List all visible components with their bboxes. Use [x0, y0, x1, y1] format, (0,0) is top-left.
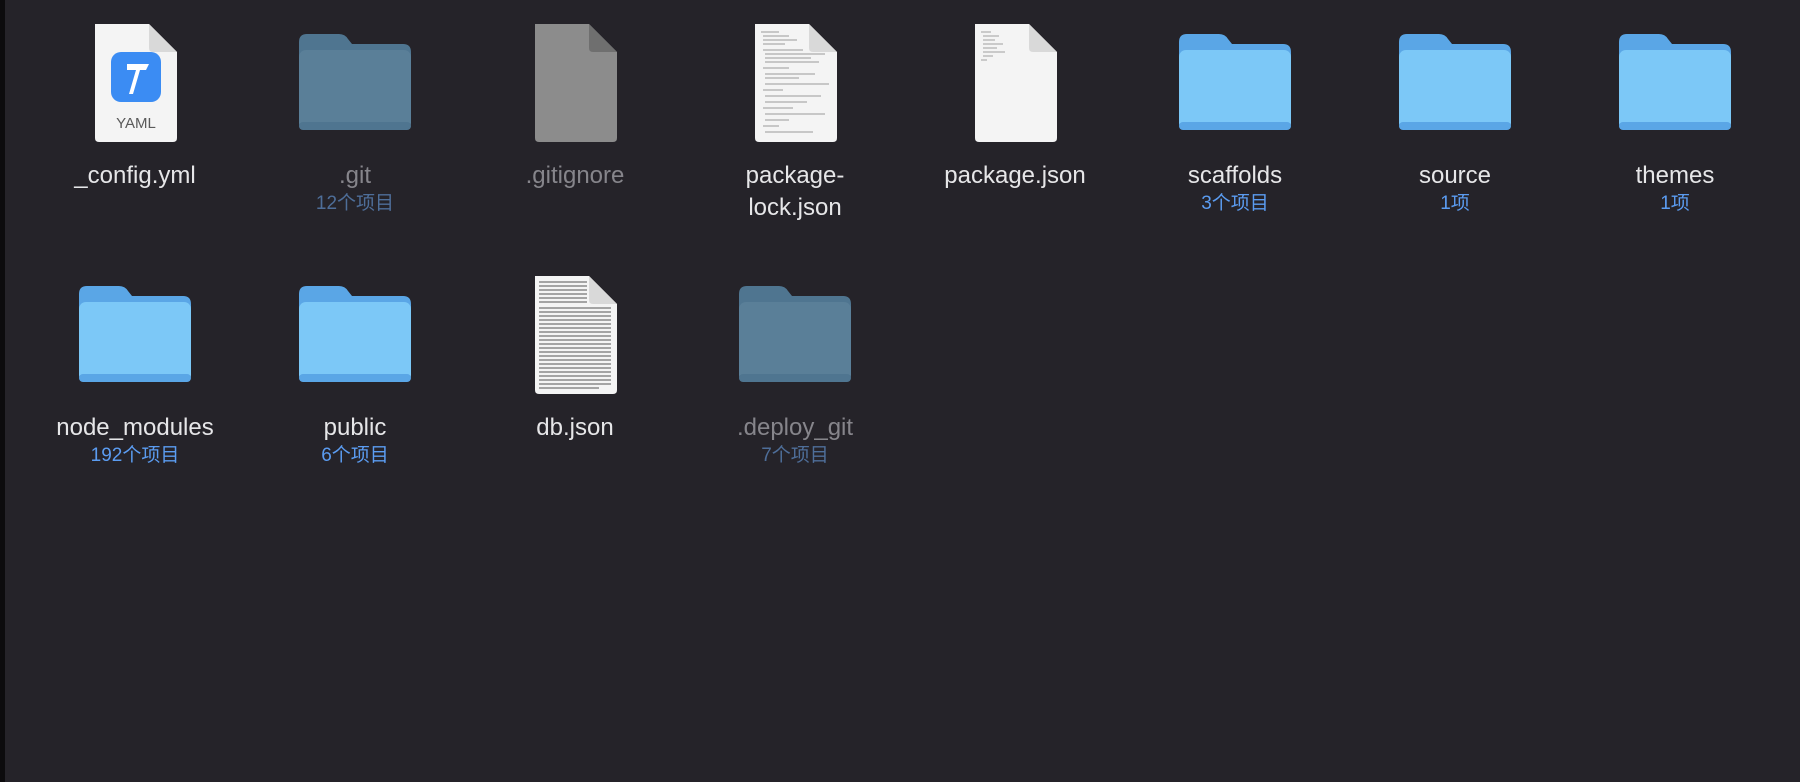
file-gitignore[interactable]: .gitignore	[475, 14, 675, 192]
item-name: _config.yml	[74, 162, 196, 189]
folder-source[interactable]: source 1项	[1355, 14, 1555, 216]
folder-icon	[1135, 14, 1335, 150]
text-document-icon	[475, 266, 675, 402]
folder-themes[interactable]: themes 1项	[1575, 14, 1775, 216]
item-name: db.json	[536, 414, 614, 441]
folder-scaffolds[interactable]: scaffolds 3个项目	[1135, 14, 1335, 216]
item-name: public	[323, 414, 387, 441]
folder-icon	[255, 14, 455, 150]
folder-icon	[1575, 14, 1775, 150]
item-name: .gitignore	[525, 162, 625, 189]
text-document-icon	[915, 14, 1115, 150]
file-db-json[interactable]: db.json	[475, 266, 675, 444]
item-count: 192个项目	[90, 445, 180, 466]
item-count: 1项	[1440, 193, 1470, 214]
folder-public[interactable]: public 6个项目	[255, 266, 455, 468]
item-count: 1项	[1660, 193, 1690, 214]
svg-text:YAML: YAML	[116, 115, 156, 132]
item-count: 6个项目	[321, 445, 389, 466]
item-name: package.json	[944, 162, 1086, 189]
finder-icon-grid: YAML _config.yml .git 12个项目 .gitignore p…	[0, 0, 1800, 782]
file-package-json[interactable]: package.json	[915, 14, 1115, 192]
item-count: 12个项目	[315, 193, 395, 214]
item-name: source	[1418, 162, 1492, 189]
folder-icon	[1355, 14, 1555, 150]
folder-icon	[255, 266, 455, 402]
item-name: .git	[338, 162, 371, 189]
item-name: package- lock.json	[745, 162, 845, 221]
yaml-file-icon: YAML	[35, 14, 235, 150]
item-name: node_modules	[56, 414, 214, 441]
folder-icon	[35, 266, 235, 402]
file-package-lock-json[interactable]: package- lock.json	[695, 14, 895, 224]
item-name: themes	[1635, 162, 1715, 189]
folder-node-modules[interactable]: node_modules 192个项目	[35, 266, 235, 468]
generic-file-icon	[475, 14, 675, 150]
folder-icon	[695, 266, 895, 402]
folder-deploy-git[interactable]: .deploy_git 7个项目	[695, 266, 895, 468]
item-name: .deploy_git	[736, 414, 854, 441]
item-count: 7个项目	[761, 445, 829, 466]
folder-git[interactable]: .git 12个项目	[255, 14, 455, 216]
file-config-yml[interactable]: YAML _config.yml	[35, 14, 235, 192]
text-document-icon	[695, 14, 895, 150]
item-count: 3个项目	[1201, 193, 1269, 214]
item-name: scaffolds	[1187, 162, 1283, 189]
